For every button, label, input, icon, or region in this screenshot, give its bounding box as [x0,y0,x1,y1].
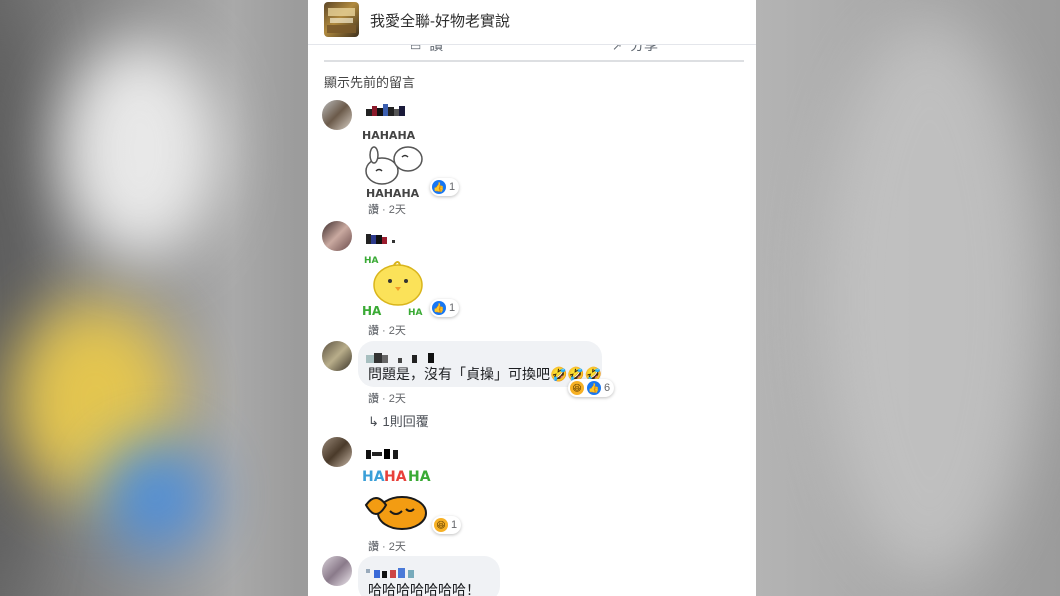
haha-laughing-cat-sticker[interactable]: HA HA HA [360,465,434,535]
svg-text:HA: HA [408,308,423,318]
timestamp[interactable]: 2天 [389,393,406,405]
comment-meta: 讚 · 2天 [368,393,406,405]
commenter-name-pixelated[interactable] [366,104,410,116]
svg-text:HA: HA [362,469,385,485]
reaction-count[interactable]: 👍 1 [430,299,460,317]
page-header: 我愛全聯-好物老實說 [308,0,756,45]
haha-reaction-icon: 😆 [434,518,448,532]
comment-meta: 讚 · 2天 [368,541,406,553]
like-link[interactable]: 讚 [368,393,379,405]
svg-text:HAHAHA: HAHAHA [366,187,420,199]
commenter-name-pixelated[interactable] [366,566,418,578]
timestamp[interactable]: 2天 [389,325,406,337]
comment-meta: 讚 · 2天 [368,325,406,337]
comment-text: 問題是，沒有「貞操」可換吧🤣🤣🤣 [368,366,603,382]
avatar[interactable] [322,437,352,467]
haha-bunny-sticker[interactable]: HAHAHA HAHAHA [360,127,432,200]
like-reaction-icon: 👍 [432,301,446,315]
timestamp[interactable]: 2天 [389,541,406,553]
sticker-text: HAHAHA [362,129,416,142]
reply-arrow-icon: ↳ [368,414,379,429]
commenter-name-pixelated[interactable] [366,351,438,363]
svg-text:HA: HA [384,469,407,485]
svg-text:HA: HA [362,304,382,318]
page-avatar[interactable] [324,2,359,37]
like-link[interactable]: 讚 [368,541,379,553]
divider [324,60,744,62]
comment-text: 哈哈哈哈哈哈哈！ [368,582,480,596]
comment-meta: 讚 · 2天 [368,204,406,216]
svg-text:HA: HA [364,256,379,266]
view-replies-link[interactable]: ↳ 1則回覆 [368,411,429,430]
avatar[interactable] [322,341,352,371]
commenter-name-pixelated[interactable] [366,232,396,244]
commenter-name-pixelated[interactable] [366,447,400,459]
reaction-count[interactable]: 😆 1 [432,516,462,534]
reaction-count[interactable]: 👍 1 [430,178,460,196]
haha-chick-sticker[interactable]: HA HA HA [360,251,432,319]
like-link[interactable]: 讚 [368,204,379,216]
avatar[interactable] [322,556,352,586]
haha-reaction-icon: 😆 [570,381,584,395]
facebook-comments-panel: 我愛全聯-好物老實說 ▭讚 ↗分享 顯示先前的留言 HAHAHA HAHAH [308,0,756,596]
reaction-count[interactable]: 😆 👍 6 [568,379,615,397]
like-reaction-icon: 👍 [432,180,446,194]
show-previous-comments-link[interactable]: 顯示先前的留言 [324,72,415,91]
timestamp[interactable]: 2天 [389,204,406,216]
avatar[interactable] [322,100,352,130]
avatar[interactable] [322,221,352,251]
page-title[interactable]: 我愛全聯-好物老實說 [370,10,510,31]
like-reaction-icon: 👍 [587,381,601,395]
svg-text:HA: HA [408,469,431,485]
like-link[interactable]: 讚 [368,325,379,337]
